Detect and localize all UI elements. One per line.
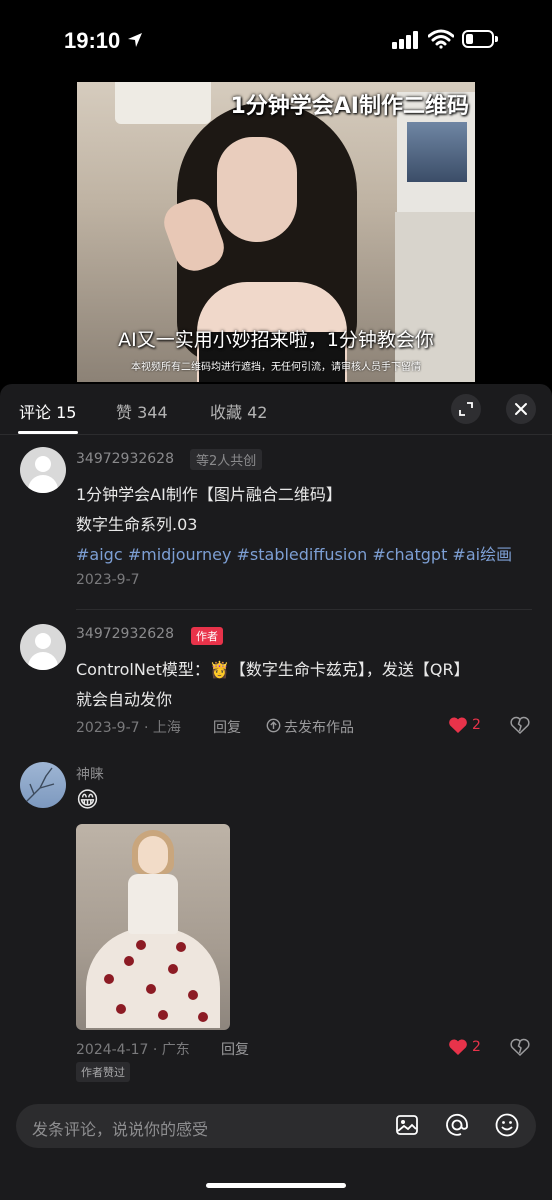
video-disclaimer-caption: 本视频所有二维码均进行遮挡，无任何引流，请审核人员手下留情 bbox=[131, 362, 421, 373]
comment-meta: 2024-4-17 · 广东 bbox=[76, 1042, 190, 1058]
post-hashtags[interactable]: #aigc #midjourney #stablediffusion #chat… bbox=[76, 541, 512, 565]
reply-button[interactable]: 回复 bbox=[221, 1039, 249, 1059]
dislike-icon[interactable] bbox=[510, 716, 530, 734]
gown-bodice bbox=[128, 874, 178, 934]
heart-icon[interactable] bbox=[448, 1038, 468, 1056]
divider bbox=[76, 609, 532, 610]
post-date: 2023-9-7 bbox=[76, 572, 140, 588]
tab-favorites[interactable]: 收藏 42 bbox=[210, 399, 267, 423]
post-text-line2: 数字生命系列.03 bbox=[76, 515, 198, 534]
home-indicator[interactable] bbox=[206, 1183, 346, 1188]
wifi-icon bbox=[428, 29, 454, 49]
author-badge: 作者 bbox=[191, 627, 223, 645]
tree-branch-image bbox=[25, 767, 55, 803]
status-time: 19:10 bbox=[64, 28, 121, 53]
cellular-signal-icon bbox=[392, 31, 418, 49]
comment-text-line2: 就会自动发你 bbox=[76, 690, 173, 709]
post-text-line1: 1分钟学会AI制作【图片融合二维码】 bbox=[76, 485, 342, 504]
publish-works-link[interactable]: 去发布作品 bbox=[284, 717, 354, 737]
emoji-icon[interactable] bbox=[494, 1112, 520, 1138]
battery-icon bbox=[462, 30, 498, 48]
avatar[interactable] bbox=[20, 447, 66, 493]
reply-button[interactable]: 回复 bbox=[213, 717, 241, 737]
active-tab-indicator bbox=[18, 431, 78, 434]
avatar[interactable] bbox=[20, 762, 66, 808]
mention-icon[interactable] bbox=[444, 1112, 470, 1138]
comment-meta: 2023-9-7 · 上海 bbox=[76, 720, 181, 736]
dislike-icon[interactable] bbox=[510, 1038, 530, 1056]
liked-by-author-badge: 作者赞过 bbox=[76, 1062, 130, 1082]
video-subtitle-caption: AI又一实用小妙招来啦，1分钟教会你 bbox=[118, 329, 434, 351]
comment-image[interactable] bbox=[76, 824, 230, 1030]
comment-input-placeholder: 发条评论，说说你的感受 bbox=[32, 1120, 209, 1139]
close-button[interactable] bbox=[506, 394, 536, 424]
like-count: 2 bbox=[472, 1039, 481, 1055]
expand-icon bbox=[459, 402, 473, 416]
like-count: 2 bbox=[472, 717, 481, 733]
location-arrow-icon bbox=[128, 33, 142, 47]
avatar[interactable] bbox=[20, 624, 66, 670]
cocreate-badge[interactable]: 等2人共创 bbox=[190, 449, 263, 470]
comment-text-line1: ControlNet模型：👸【数字生命卡兹克】，发送【QR】 bbox=[76, 660, 470, 679]
comment-input[interactable]: 发条评论，说说你的感受 bbox=[16, 1104, 536, 1148]
presenter-face bbox=[217, 137, 297, 242]
image-icon[interactable] bbox=[394, 1112, 420, 1138]
close-icon bbox=[515, 403, 527, 415]
status-bar: 19:10 bbox=[0, 0, 552, 80]
video-title-caption: 1分钟学会AI制作二维码 bbox=[230, 94, 469, 119]
tab-likes[interactable]: 赞 344 bbox=[116, 399, 168, 423]
comment-username[interactable]: 34972932628 bbox=[76, 626, 174, 642]
figure-face bbox=[138, 836, 168, 874]
door bbox=[395, 212, 475, 382]
expand-button[interactable] bbox=[451, 394, 481, 424]
heart-icon[interactable] bbox=[448, 716, 468, 734]
tab-comments[interactable]: 评论 15 bbox=[19, 399, 76, 423]
tab-bar: 评论 15 赞 344 收藏 42 bbox=[0, 384, 552, 435]
post-username[interactable]: 34972932628 bbox=[76, 451, 174, 467]
comment-emoji: 😁 bbox=[76, 788, 99, 813]
publish-icon[interactable] bbox=[266, 718, 281, 733]
air-conditioner bbox=[115, 82, 211, 124]
video-player[interactable]: 1分钟学会AI制作二维码 AI又一实用小妙招来啦，1分钟教会你 本视频所有二维码… bbox=[77, 82, 475, 382]
comment-username[interactable]: 神睐 bbox=[76, 764, 104, 784]
